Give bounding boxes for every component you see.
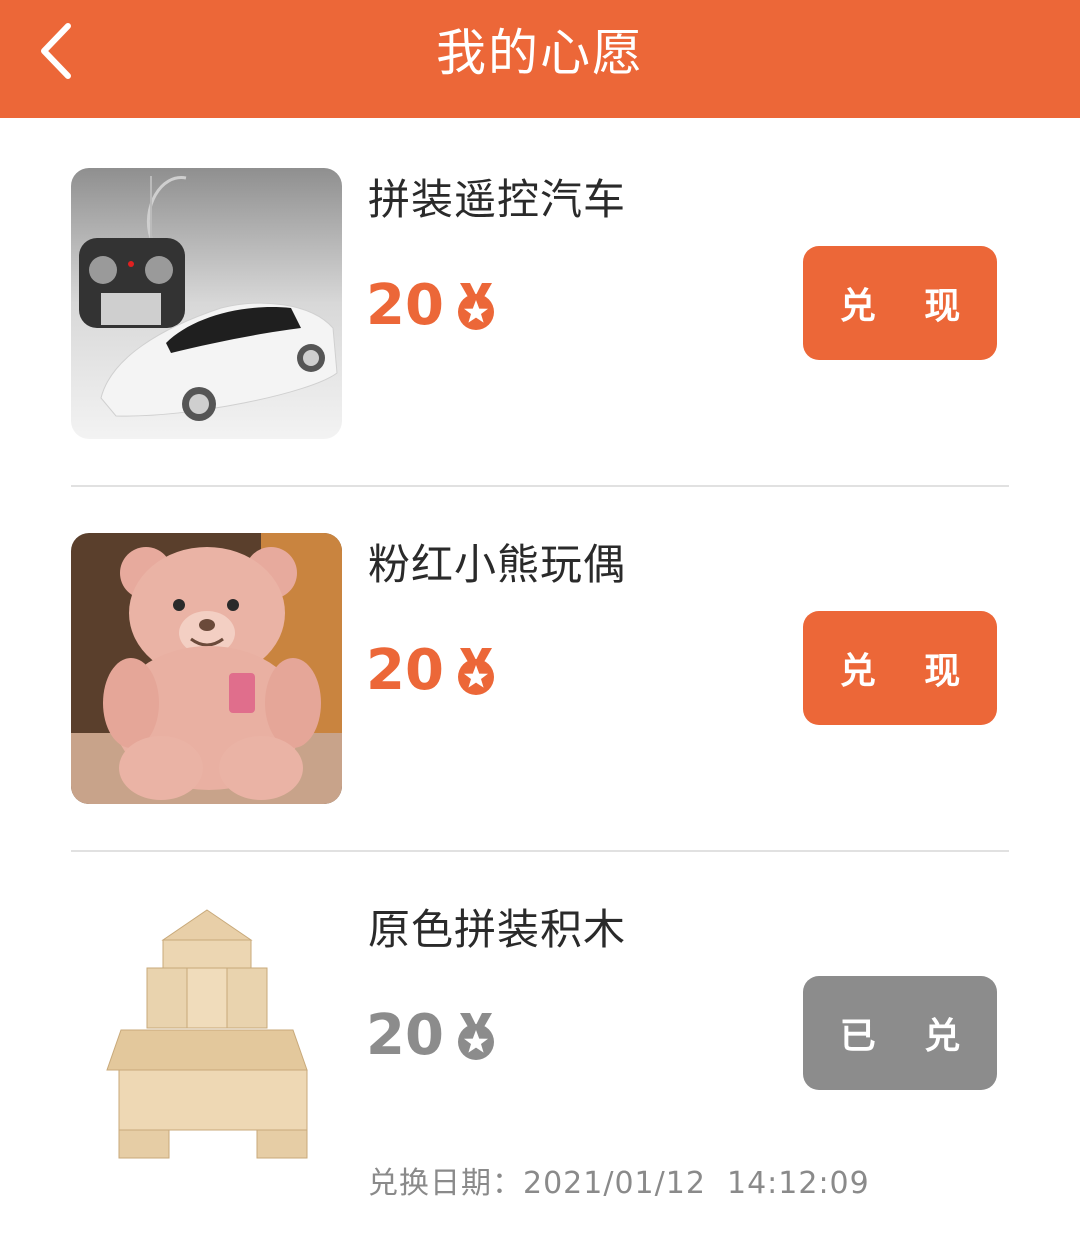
item-name: 拼装遥控汽车	[368, 175, 627, 224]
list-item: 粉红小熊玩偶 20 兑 现	[0, 483, 1080, 852]
points-row: 20	[366, 276, 496, 336]
product-image-wooden-blocks	[71, 898, 342, 1169]
list-item: 原色拼装积木 20 已 兑 兑换日期：2021/01/12 14:12:09	[0, 848, 1080, 1213]
redeem-date: 兑换日期：2021/01/12 14:12:09	[368, 1158, 870, 1202]
header-bar: 我的心愿	[0, 0, 1080, 118]
item-name: 粉红小熊玩偶	[368, 540, 627, 589]
redeem-button[interactable]: 兑 现	[803, 246, 997, 360]
points-value: 20	[366, 1003, 444, 1068]
redeemed-button[interactable]: 已 兑	[803, 976, 997, 1090]
medal-icon	[457, 1013, 494, 1060]
redeem-date-label: 兑换日期：	[368, 1166, 523, 1201]
points-row: 20	[366, 641, 496, 701]
points-row: 20	[366, 1006, 496, 1066]
points-value: 20	[366, 273, 444, 338]
medal-icon	[457, 648, 494, 695]
points-value: 20	[366, 638, 444, 703]
list-item: 拼装遥控汽车 20 兑 现	[0, 118, 1080, 487]
redeem-button[interactable]: 兑 现	[803, 611, 997, 725]
item-name: 原色拼装积木	[368, 905, 627, 954]
medal-icon	[457, 283, 494, 330]
page-title: 我的心愿	[436, 24, 644, 82]
product-image-pink-bear	[71, 533, 342, 804]
redeem-date-value: 2021/01/12 14:12:09	[523, 1166, 870, 1201]
product-image-rc-car	[71, 168, 342, 439]
